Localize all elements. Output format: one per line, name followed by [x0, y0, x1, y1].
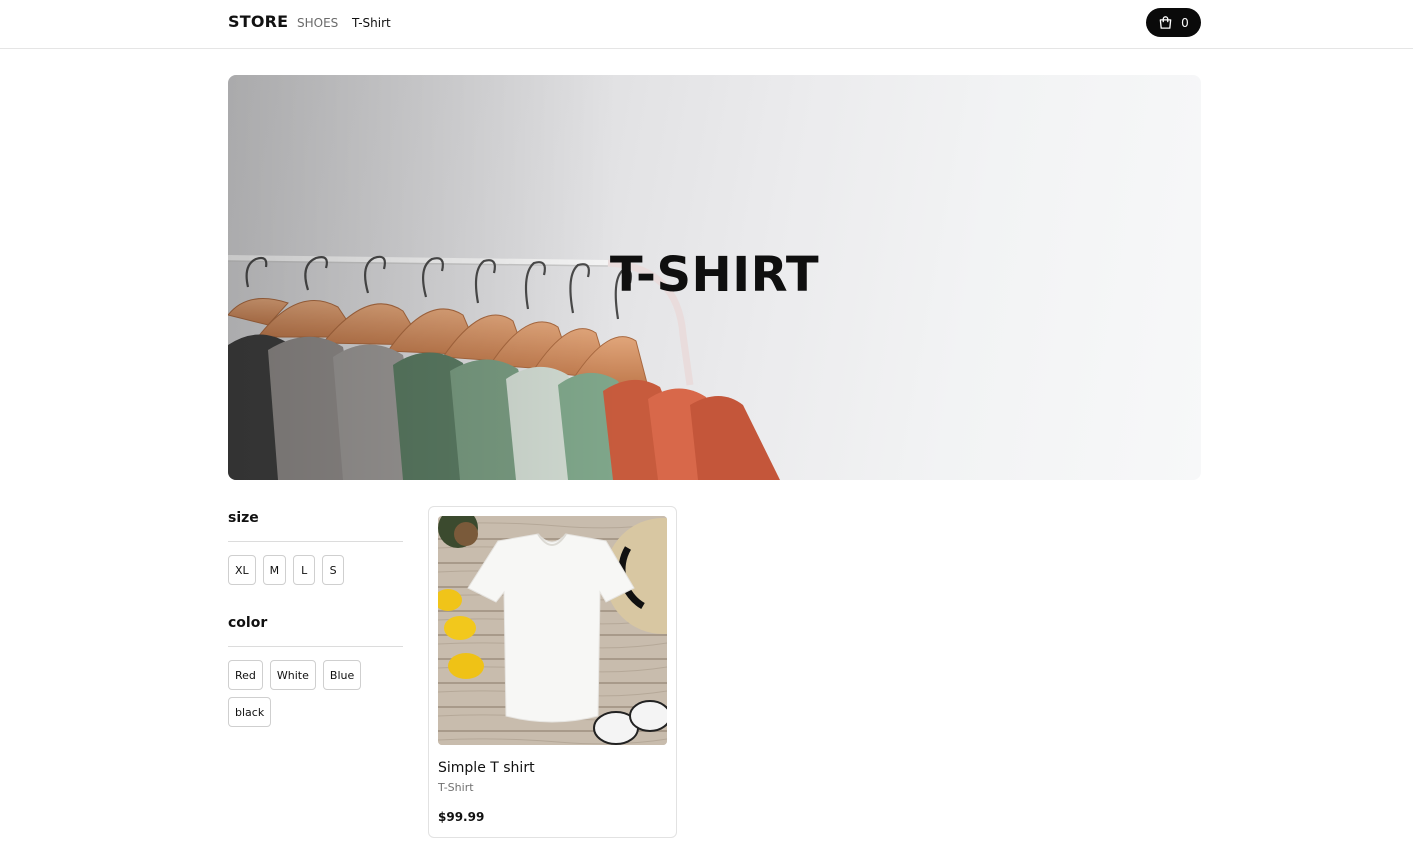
product-card[interactable]: Simple T shirt T-Shirt $99.99 [428, 506, 677, 838]
color-options: Red White Blue black [228, 660, 403, 727]
divider [228, 541, 403, 542]
size-option-s[interactable]: S [322, 555, 345, 585]
top-header: STORE SHOES T-Shirt 0 [0, 0, 1413, 49]
product-price: $99.99 [438, 810, 485, 824]
color-filter-heading: color [228, 615, 268, 631]
hero-banner: T-SHIRT [228, 75, 1201, 480]
size-filter: size XL M L S [228, 508, 403, 585]
product-category: T-Shirt [438, 781, 474, 794]
tshirt-photo [438, 516, 667, 745]
nav-link-shoes[interactable]: SHOES [297, 16, 338, 30]
color-option-black[interactable]: black [228, 697, 272, 727]
nav-link-tshirt[interactable]: T-Shirt [352, 16, 391, 30]
size-option-xl[interactable]: XL [228, 555, 256, 585]
color-filter: color Red White Blue black [228, 613, 403, 727]
size-option-m[interactable]: M [262, 555, 287, 585]
color-option-blue[interactable]: Blue [322, 660, 362, 690]
cart-button[interactable]: 0 [1146, 8, 1201, 37]
store-logo[interactable]: STORE [228, 12, 288, 31]
product-image [438, 516, 667, 745]
color-option-red[interactable]: Red [228, 660, 263, 690]
size-option-l[interactable]: L [293, 555, 316, 585]
cart-count: 0 [1181, 15, 1189, 30]
shopping-bag-icon [1159, 16, 1172, 29]
hero-title: T-SHIRT [609, 247, 820, 303]
size-filter-heading: size [228, 510, 259, 526]
product-name[interactable]: Simple T shirt [438, 760, 535, 776]
divider [228, 646, 403, 647]
size-options: XL M L S [228, 555, 403, 585]
color-option-white[interactable]: White [269, 660, 316, 690]
